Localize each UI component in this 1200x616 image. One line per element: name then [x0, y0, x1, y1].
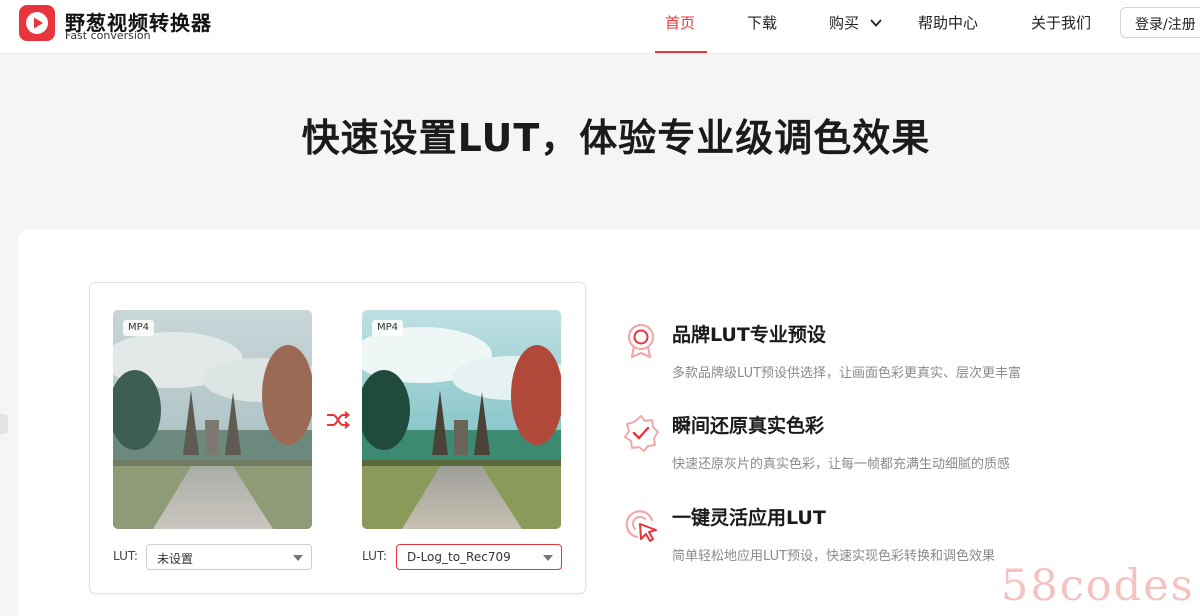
watermark-text: 58codes: [1001, 561, 1195, 611]
feature-description: 快速还原灰片的真实色彩，让每一帧都充满生动细腻的质感: [672, 457, 1011, 472]
top-navbar: 野葱视频转换器 Fast conversion 首页 下载 购买 帮助中心 关于…: [0, 0, 1200, 54]
lut-label: LUT:: [362, 549, 387, 563]
feature-description: 简单轻松地应用LUT预设，快速实现色彩转换和调色效果: [672, 549, 996, 564]
click-cursor-icon: [625, 510, 657, 542]
graded-video-preview: MP4: [362, 310, 561, 529]
nav-item-buy[interactable]: 购买: [829, 12, 859, 33]
format-badge: MP4: [372, 320, 404, 336]
brand-subtitle: Fast conversion: [65, 29, 151, 42]
feature-title: 品牌LUT专业预设: [672, 324, 826, 346]
shuffle-icon: [327, 411, 351, 429]
format-badge: MP4: [123, 320, 155, 336]
nav-item-download[interactable]: 下载: [747, 12, 777, 33]
dropdown-caret-icon: [543, 555, 553, 561]
star-badge-icon: [624, 415, 659, 452]
feature-description: 多款品牌级LUT预设供选择，让画面色彩更真实、层次更丰富: [672, 366, 1022, 381]
lut-select-value: D-Log_to_Rec709: [407, 550, 511, 564]
login-register-button[interactable]: 登录/注册: [1120, 7, 1200, 38]
nav-item-home[interactable]: 首页: [665, 12, 695, 33]
chevron-down-icon[interactable]: [869, 16, 883, 30]
play-logo-icon: [19, 5, 55, 41]
nav-item-about[interactable]: 关于我们: [1031, 12, 1091, 33]
dropdown-caret-icon: [293, 555, 303, 561]
award-badge-icon: [627, 323, 655, 359]
nav-item-help[interactable]: 帮助中心: [918, 12, 978, 33]
lut-select-graded[interactable]: D-Log_to_Rec709: [396, 544, 562, 570]
feature-title: 一键灵活应用LUT: [672, 507, 826, 529]
brand-logo[interactable]: 野葱视频转换器 Fast conversion: [19, 5, 219, 45]
lut-select-value: 未设置: [157, 552, 194, 566]
original-video-preview: MP4: [113, 310, 312, 529]
page-title: 快速设置LUT，体验专业级调色效果: [301, 116, 931, 160]
side-scroll-handle[interactable]: [0, 414, 8, 434]
feature-title: 瞬间还原真实色彩: [672, 415, 825, 437]
lut-label: LUT:: [113, 549, 138, 563]
lut-select-original[interactable]: 未设置: [146, 544, 312, 570]
nav-active-indicator: [655, 51, 707, 53]
